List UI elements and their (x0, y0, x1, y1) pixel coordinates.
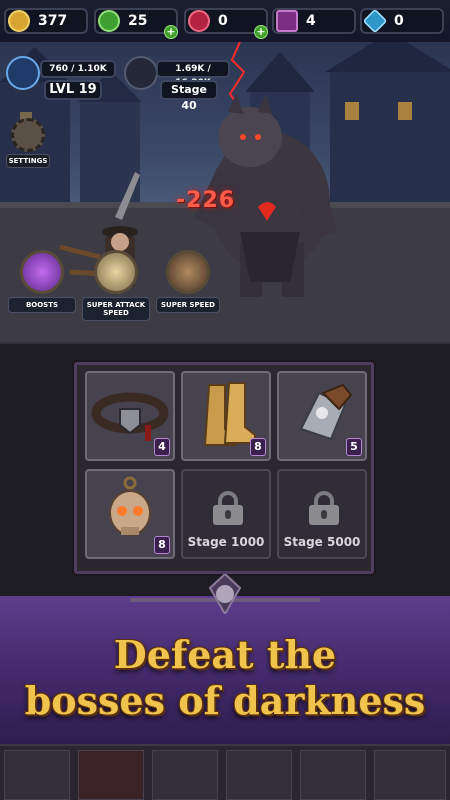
nav-heroes-tab[interactable] (300, 750, 366, 800)
super-speed-button[interactable]: SUPER SPEED (156, 250, 220, 313)
super-attack-speed-label: SUPER ATTACK SPEED (82, 297, 150, 321)
diamond-counter[interactable]: 0 (360, 8, 444, 34)
boss-skull-icon (124, 56, 158, 90)
currency-bar: 377 25 + 0 + 4 0 (0, 0, 450, 42)
item-level-badge: 8 (154, 536, 170, 554)
promo-banner: Defeat the bosses of darkness (0, 574, 450, 744)
boosts-button[interactable]: BOOSTS (8, 250, 76, 313)
stage-label: Stage 40 (160, 80, 218, 112)
add-ruby-button[interactable]: + (254, 25, 268, 39)
potion-icon (20, 250, 64, 294)
gold-counter[interactable]: 377 (4, 8, 88, 34)
stopwatch-icon (94, 250, 138, 294)
super-attack-speed-button[interactable]: SUPER ATTACK SPEED (82, 250, 150, 321)
unlock-stage-label: Stage 5000 (283, 535, 361, 549)
spellbook-counter[interactable]: 4 (272, 8, 356, 34)
green-gem-icon (98, 10, 120, 32)
nav-items-tab[interactable] (152, 750, 218, 800)
unlock-stage-label: Stage 1000 (187, 535, 265, 549)
settings-button[interactable]: SETTINGS (6, 118, 50, 168)
nav-dungeon-tab[interactable] (226, 750, 292, 800)
add-gems-button[interactable]: + (164, 25, 178, 39)
equip-slot-boots[interactable]: 8 (181, 371, 271, 461)
gold-coin-icon (8, 10, 30, 32)
equip-slot-belt[interactable]: 4 (85, 371, 175, 461)
nav-shop-tab[interactable] (374, 750, 446, 800)
nav-weapons-tab[interactable] (4, 750, 70, 800)
equipment-panel: 4 8 5 8 Stage 1000 Stage 5000 (74, 362, 374, 574)
skull-ornament (130, 574, 320, 614)
hero-star-icon (6, 56, 40, 90)
battle-scene[interactable]: 760 / 1.10K LVL 19 1.69K / 16.20K Stage … (0, 42, 450, 342)
nav-equipment-tab[interactable] (78, 750, 144, 800)
item-level-badge: 4 (154, 438, 170, 456)
locked-slot-stage-1000[interactable]: Stage 1000 (181, 469, 271, 559)
xp-bar: 760 / 1.10K (40, 60, 116, 78)
lock-icon (213, 491, 243, 525)
diamond-icon (362, 8, 388, 34)
gear-icon (11, 118, 45, 152)
hero-level: LVL 19 (44, 80, 102, 100)
banner-title-line1: Defeat the (113, 632, 337, 677)
diamond-value: 0 (394, 13, 404, 29)
green-gem-value: 25 (128, 13, 148, 29)
damage-number: -226 (176, 188, 236, 213)
gold-value: 377 (38, 13, 68, 29)
banner-title-line2: bosses of darkness (24, 678, 426, 723)
boss-hp-bar: 1.69K / 16.20K (156, 60, 230, 88)
equip-slot-gauntlet[interactable]: 5 (277, 371, 367, 461)
equip-slot-amulet[interactable]: 8 (85, 469, 175, 559)
bottom-nav (0, 744, 450, 800)
boosts-label: BOOSTS (8, 297, 76, 313)
ruby-icon (188, 10, 210, 32)
winged-boot-icon (166, 250, 210, 294)
spellbook-icon (276, 10, 298, 32)
lock-icon (309, 491, 339, 525)
spellbook-value: 4 (306, 13, 316, 29)
super-speed-label: SUPER SPEED (156, 297, 220, 313)
item-level-badge: 5 (346, 438, 362, 456)
locked-slot-stage-5000[interactable]: Stage 5000 (277, 469, 367, 559)
settings-label: SETTINGS (6, 154, 50, 168)
item-level-badge: 8 (250, 438, 266, 456)
ruby-value: 0 (218, 13, 228, 29)
